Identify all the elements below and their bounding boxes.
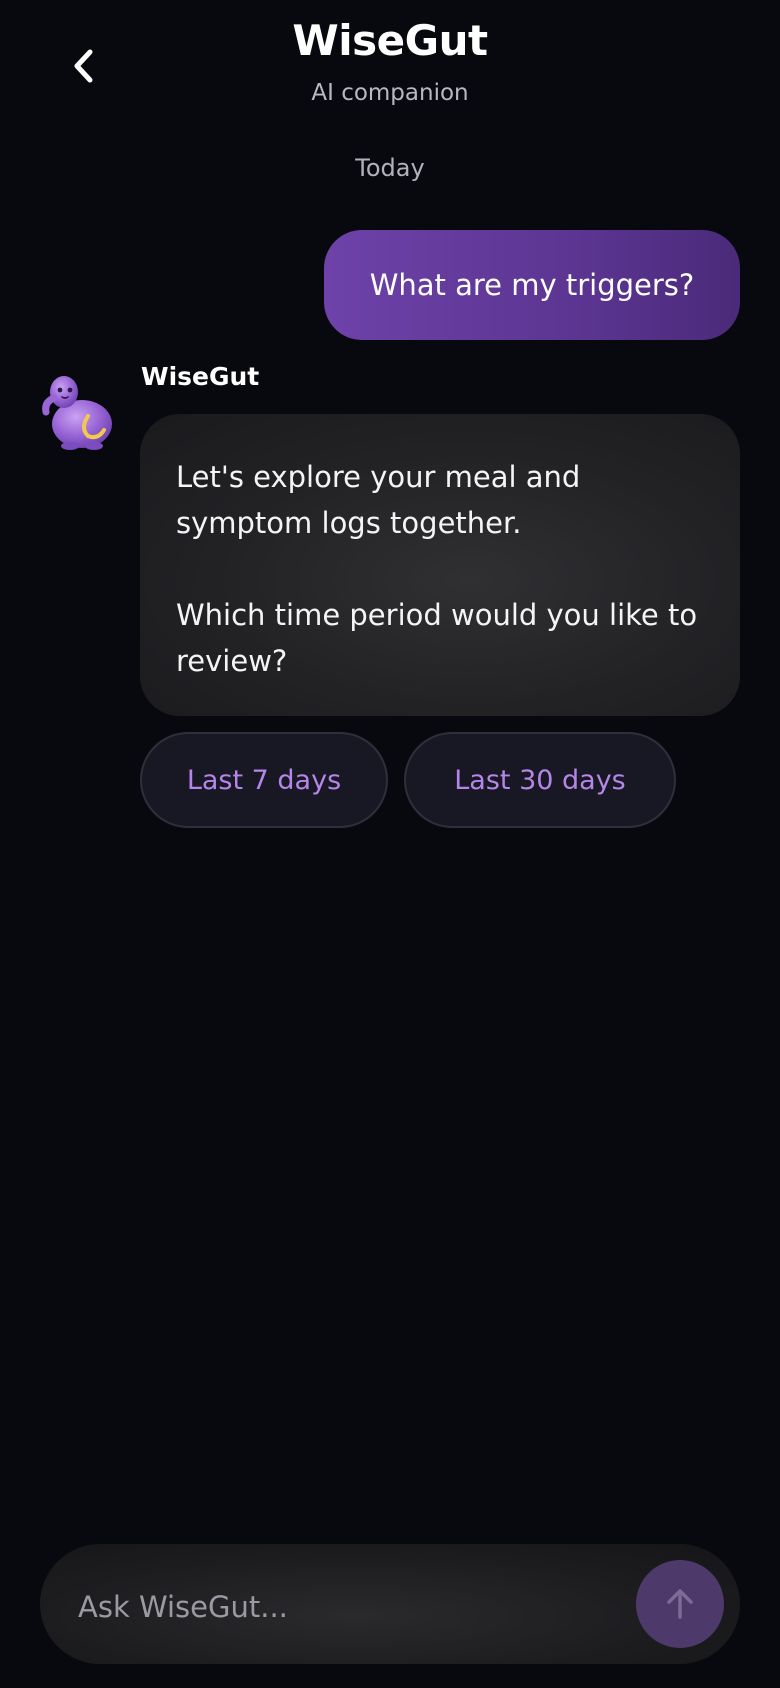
avatar-graphic (42, 376, 112, 450)
bot-message-bubble: Let's explore your meal and symptom logs… (140, 414, 740, 716)
header: WiseGut AI companion (0, 0, 780, 130)
quick-reply-last-7-days[interactable]: Last 7 days (140, 732, 388, 828)
chat-screen: WiseGut AI companion Today What are my t… (0, 0, 780, 1688)
send-button[interactable] (636, 1560, 724, 1648)
page-title: WiseGut (292, 16, 488, 65)
user-message-text: What are my triggers? (369, 268, 695, 302)
quick-reply-label: Last 30 days (454, 764, 626, 796)
arrow-up-icon (667, 1589, 693, 1619)
date-separator: Today (355, 154, 425, 182)
page-subtitle: AI companion (311, 80, 469, 106)
message-composer (40, 1544, 740, 1664)
quick-reply-last-30-days[interactable]: Last 30 days (404, 732, 676, 828)
quick-reply-label: Last 7 days (186, 764, 342, 796)
bot-message-paragraph: Which time period would you like to revi… (176, 598, 698, 678)
wisegut-mascot-icon (40, 368, 118, 452)
user-message-bubble: What are my triggers? (324, 230, 740, 340)
bot-name: WiseGut (141, 362, 260, 391)
bot-message-paragraph: Let's explore your meal and symptom logs… (176, 460, 581, 540)
message-input[interactable] (76, 1574, 620, 1640)
